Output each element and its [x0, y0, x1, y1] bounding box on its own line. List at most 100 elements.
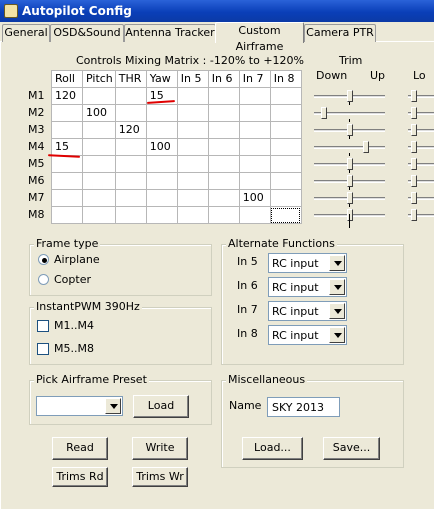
slider-thumb[interactable]: [347, 124, 353, 136]
matrix-cell[interactable]: [176, 138, 209, 156]
secondary-slider[interactable]: [408, 191, 434, 205]
matrix-cell[interactable]: [82, 206, 116, 224]
matrix-cell[interactable]: [238, 121, 271, 139]
matrix-cell[interactable]: [145, 104, 178, 122]
in5-select[interactable]: RC input: [268, 253, 347, 273]
matrix-cell[interactable]: 120: [114, 121, 147, 139]
secondary-slider[interactable]: [408, 106, 434, 120]
matrix-cell[interactable]: [238, 138, 271, 156]
matrix-cell[interactable]: [176, 189, 209, 207]
secondary-slider[interactable]: [408, 157, 434, 171]
matrix-cell[interactable]: [207, 104, 240, 122]
matrix-cell[interactable]: [269, 104, 302, 122]
matrix-cell[interactable]: [176, 206, 209, 224]
matrix-cell[interactable]: [207, 206, 240, 224]
secondary-slider[interactable]: [408, 89, 434, 103]
matrix-cell[interactable]: [238, 206, 271, 224]
matrix-cell[interactable]: [82, 189, 116, 207]
matrix-cell[interactable]: 100: [238, 189, 271, 207]
slider-thumb[interactable]: [411, 158, 417, 170]
matrix-cell-focused[interactable]: [269, 206, 302, 224]
matrix-cell[interactable]: [51, 189, 83, 207]
matrix-cell[interactable]: [207, 189, 240, 207]
slider-thumb[interactable]: [411, 124, 417, 136]
in6-select[interactable]: RC input: [268, 277, 347, 297]
matrix-cell[interactable]: [114, 138, 147, 156]
slider-thumb[interactable]: [411, 107, 417, 119]
matrix-cell[interactable]: [114, 155, 147, 173]
tab-osd-sound[interactable]: OSD&Sound: [50, 24, 124, 42]
matrix-cell[interactable]: [51, 155, 83, 173]
matrix-cell[interactable]: [51, 206, 83, 224]
matrix-cell[interactable]: [114, 189, 147, 207]
secondary-slider[interactable]: [408, 140, 434, 154]
m5-m8-checkbox[interactable]: [37, 343, 49, 355]
trim-slider-m7[interactable]: [314, 191, 385, 207]
matrix-cell[interactable]: [114, 206, 147, 224]
write-button[interactable]: Write: [132, 437, 188, 460]
matrix-cell[interactable]: [238, 87, 271, 105]
matrix-cell[interactable]: [269, 172, 302, 190]
trim-slider-m1[interactable]: [314, 89, 385, 105]
tab-custom-airframe[interactable]: Custom Airframe: [215, 22, 304, 53]
trim-slider-m4[interactable]: [314, 140, 385, 156]
preset-load-button[interactable]: Load: [133, 395, 189, 418]
matrix-cell[interactable]: [176, 87, 209, 105]
matrix-cell[interactable]: [238, 172, 271, 190]
matrix-cell[interactable]: [82, 172, 116, 190]
matrix-cell[interactable]: 100: [82, 104, 116, 122]
slider-thumb[interactable]: [411, 90, 417, 102]
trim-slider-m6[interactable]: [314, 174, 385, 190]
matrix-cell[interactable]: [269, 87, 302, 105]
slider-thumb[interactable]: [411, 209, 417, 221]
matrix-cell[interactable]: [269, 155, 302, 173]
matrix-cell[interactable]: [145, 121, 178, 139]
slider-thumb[interactable]: [411, 141, 417, 153]
matrix-cell[interactable]: [82, 155, 116, 173]
airplane-radio[interactable]: [38, 254, 49, 265]
name-input[interactable]: SKY 2013: [267, 397, 340, 417]
slider-thumb[interactable]: [347, 158, 353, 170]
matrix-cell[interactable]: 100: [145, 138, 178, 156]
matrix-cell[interactable]: [269, 189, 302, 207]
secondary-slider[interactable]: [408, 123, 434, 137]
slider-thumb[interactable]: [411, 175, 417, 187]
chevron-down-icon[interactable]: [329, 255, 345, 271]
tab-general[interactable]: General: [2, 24, 50, 42]
m1-m4-checkbox[interactable]: [37, 320, 49, 332]
matrix-cell[interactable]: [176, 121, 209, 139]
matrix-cell[interactable]: [82, 121, 116, 139]
matrix-cell[interactable]: [145, 206, 178, 224]
matrix-cell[interactable]: [207, 121, 240, 139]
trim-slider-m5[interactable]: [314, 157, 385, 173]
in8-select[interactable]: RC input: [268, 325, 347, 345]
matrix-cell[interactable]: 15: [51, 138, 83, 156]
trims-write-button[interactable]: Trims Wr: [132, 467, 188, 487]
trim-slider-m3[interactable]: [314, 123, 385, 139]
slider-thumb[interactable]: [347, 90, 353, 102]
matrix-cell[interactable]: [51, 172, 83, 190]
matrix-cell[interactable]: [207, 172, 240, 190]
matrix-cell[interactable]: [145, 155, 178, 173]
matrix-cell[interactable]: [114, 172, 147, 190]
matrix-cell[interactable]: [145, 189, 178, 207]
matrix-cell[interactable]: [114, 104, 147, 122]
matrix-cell[interactable]: [238, 155, 271, 173]
matrix-cell[interactable]: [82, 87, 116, 105]
matrix-cell[interactable]: [176, 172, 209, 190]
matrix-cell[interactable]: [145, 172, 178, 190]
tab-antenna-tracker[interactable]: Antenna Tracker: [124, 24, 216, 42]
chevron-down-icon[interactable]: [329, 279, 345, 295]
slider-thumb[interactable]: [347, 192, 353, 204]
matrix-cell[interactable]: [269, 138, 302, 156]
matrix-cell[interactable]: [51, 104, 83, 122]
matrix-cell[interactable]: [269, 121, 302, 139]
slider-thumb[interactable]: [363, 141, 369, 153]
trim-slider-m2[interactable]: [314, 106, 385, 122]
matrix-cell[interactable]: [176, 104, 209, 122]
matrix-cell[interactable]: 120: [51, 87, 83, 105]
secondary-slider[interactable]: [408, 208, 434, 222]
matrix-cell[interactable]: [207, 87, 240, 105]
chevron-down-icon[interactable]: [329, 327, 345, 343]
trims-read-button[interactable]: Trims Rd: [52, 467, 108, 487]
